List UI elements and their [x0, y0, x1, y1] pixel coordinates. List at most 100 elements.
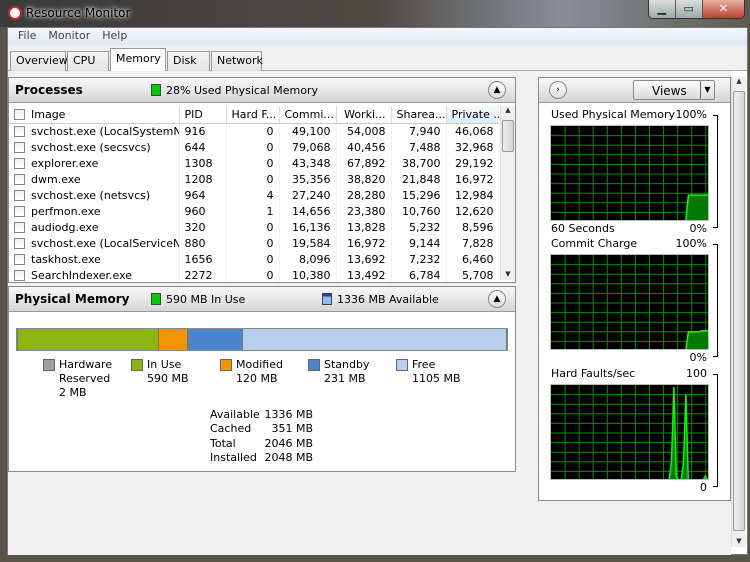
cell-value: 320	[184, 220, 206, 234]
cell-value: 79,068	[292, 140, 331, 154]
row-checkbox[interactable]	[14, 141, 25, 153]
cell-value: 43,348	[292, 156, 331, 170]
column-header[interactable]: Sharea...	[391, 106, 447, 124]
table-cell: 1208	[179, 171, 227, 187]
cell-value: 14,656	[292, 204, 331, 218]
collapse-physical-memory-button[interactable]: ▲	[488, 290, 506, 308]
column-header[interactable]: Commi...	[279, 106, 337, 124]
menu-help[interactable]: Help	[96, 28, 133, 45]
column-label: Commi...	[284, 107, 334, 121]
column-header[interactable]: Hard F...	[226, 106, 280, 124]
column-header[interactable]: Worki...	[336, 106, 392, 124]
views-label: Views	[652, 84, 687, 98]
row-checkbox[interactable]	[14, 173, 25, 185]
menu-monitor[interactable]: Monitor	[42, 28, 96, 45]
legend-swatch	[308, 359, 320, 371]
table-row[interactable]: taskhost.exe 1656 0 8,096 13,692 7,232 6,460	[9, 251, 499, 267]
table-cell: svchost.exe (netsvcs)	[9, 187, 180, 203]
row-checkbox[interactable]	[14, 221, 25, 233]
physical-memory-header[interactable]: Physical Memory 590 MB In Use 1336 MB Av…	[9, 287, 515, 312]
cell-value: 15,296	[402, 188, 441, 202]
cell-value: 5,708	[462, 268, 494, 282]
close-button[interactable]: ✕	[702, 0, 744, 18]
cell-value: 8,596	[462, 220, 494, 234]
column-header[interactable]: Image	[9, 106, 180, 124]
processes-header[interactable]: Processes 28% Used Physical Memory ▲	[9, 78, 515, 103]
scroll-up-arrow-icon[interactable]: ▲	[501, 106, 515, 114]
cell-value: 12,620	[455, 204, 494, 218]
table-cell: 6,460	[446, 251, 499, 267]
memory-segment-standby	[187, 329, 243, 350]
row-checkbox[interactable]	[14, 237, 25, 249]
cell-value: 21,848	[402, 172, 441, 186]
column-label: Worki...	[344, 107, 386, 121]
legend-value: 1105 MB	[412, 372, 461, 385]
row-checkbox[interactable]	[14, 269, 25, 281]
table-cell: 79,068	[279, 139, 337, 155]
table-row[interactable]: audiodg.exe 320 0 16,136 13,828 5,232 8,596	[9, 219, 499, 235]
cell-value: 32,968	[455, 140, 494, 154]
table-cell: 7,940	[391, 123, 447, 139]
cell-value: 644	[184, 140, 206, 154]
available-text: 1336 MB Available	[337, 293, 439, 306]
scroll-up-arrow-icon[interactable]: ▲	[732, 77, 746, 85]
row-checkbox[interactable]	[14, 253, 25, 265]
select-all-checkbox[interactable]	[14, 108, 25, 120]
views-dropdown[interactable]: Views ▼	[633, 80, 715, 100]
cell-value: 49,100	[292, 124, 331, 138]
table-cell: 15,296	[391, 187, 447, 203]
table-cell: 0	[226, 139, 280, 155]
scroll-down-arrow-icon[interactable]: ▼	[501, 270, 515, 278]
column-header[interactable]: PID	[179, 106, 227, 124]
minimize-button[interactable]: ▁	[649, 0, 676, 18]
graph-max-label: 100%	[675, 108, 707, 121]
column-header[interactable]: Private ...	[446, 106, 499, 124]
row-checkbox[interactable]	[14, 125, 25, 137]
table-row[interactable]: SearchIndexer.exe 2272 0 10,380 13,492 6,784 5…	[9, 267, 499, 282]
tab-disk[interactable]: Disk	[167, 51, 210, 71]
row-checkbox[interactable]	[14, 189, 25, 201]
cell-value: perfmon.exe	[31, 204, 101, 218]
table-row[interactable]: explorer.exe 1308 0 43,348 67,892 38,700 29,19…	[9, 155, 499, 171]
main-scrollbar[interactable]: ▲ ▼	[731, 77, 746, 547]
scroll-thumb[interactable]	[733, 91, 745, 531]
maximize-button[interactable]: ▭	[675, 0, 703, 18]
legend-label: Reserved	[59, 372, 111, 385]
cell-value: 35,356	[292, 172, 331, 186]
table-cell: 5,708	[446, 267, 499, 282]
table-row[interactable]: svchost.exe (LocalSystemNet... 916 0 49,100…	[9, 123, 499, 139]
row-checkbox[interactable]	[14, 157, 25, 169]
legend-item: Modified 120 MB	[220, 358, 283, 386]
cell-value: 10,380	[292, 268, 331, 282]
table-cell: 7,488	[391, 139, 447, 155]
table-cell: audiodg.exe	[9, 219, 180, 235]
graph-area	[685, 330, 708, 349]
tab-cpu[interactable]: CPU	[67, 51, 109, 71]
table-cell: perfmon.exe	[9, 203, 180, 219]
graph-min-label: 0%	[689, 351, 707, 364]
legend-value: 231 MB	[324, 372, 366, 385]
table-row[interactable]: svchost.exe (secsvcs) 644 0 79,068 40,456 7,4…	[9, 139, 499, 155]
scroll-thumb[interactable]	[502, 120, 514, 152]
cell-value: 5,232	[409, 220, 441, 234]
table-cell: 880	[179, 235, 227, 251]
table-cell: 38,700	[391, 155, 447, 171]
table-row[interactable]: svchost.exe (netsvcs) 964 4 27,240 28,280 15,…	[9, 187, 499, 203]
menu-file[interactable]: File	[12, 28, 42, 45]
row-checkbox[interactable]	[14, 205, 25, 217]
table-row[interactable]: svchost.exe (LocalServiceNet... 880 0 19,58…	[9, 235, 499, 251]
tab-overview[interactable]: Overview	[10, 51, 68, 71]
processes-scrollbar[interactable]: ▲ ▼	[500, 106, 515, 280]
collapse-processes-button[interactable]: ▲	[488, 81, 506, 99]
cell-value: 0	[266, 236, 274, 250]
table-row[interactable]: perfmon.exe 960 1 14,656 23,380 10,760 12,620	[9, 203, 499, 219]
tab-network[interactable]: Network	[211, 51, 263, 71]
legend-value: 590 MB	[147, 372, 189, 385]
table-cell: 16,972	[336, 235, 392, 251]
table-row[interactable]: dwm.exe 1208 0 35,356 38,820 21,848 16,972	[9, 171, 499, 187]
table-cell: 8,096	[279, 251, 337, 267]
scroll-down-arrow-icon[interactable]: ▼	[732, 537, 746, 545]
expand-arrow-button[interactable]: ›	[549, 81, 567, 99]
table-cell: 16,972	[446, 171, 499, 187]
tab-memory[interactable]: Memory	[110, 48, 166, 72]
